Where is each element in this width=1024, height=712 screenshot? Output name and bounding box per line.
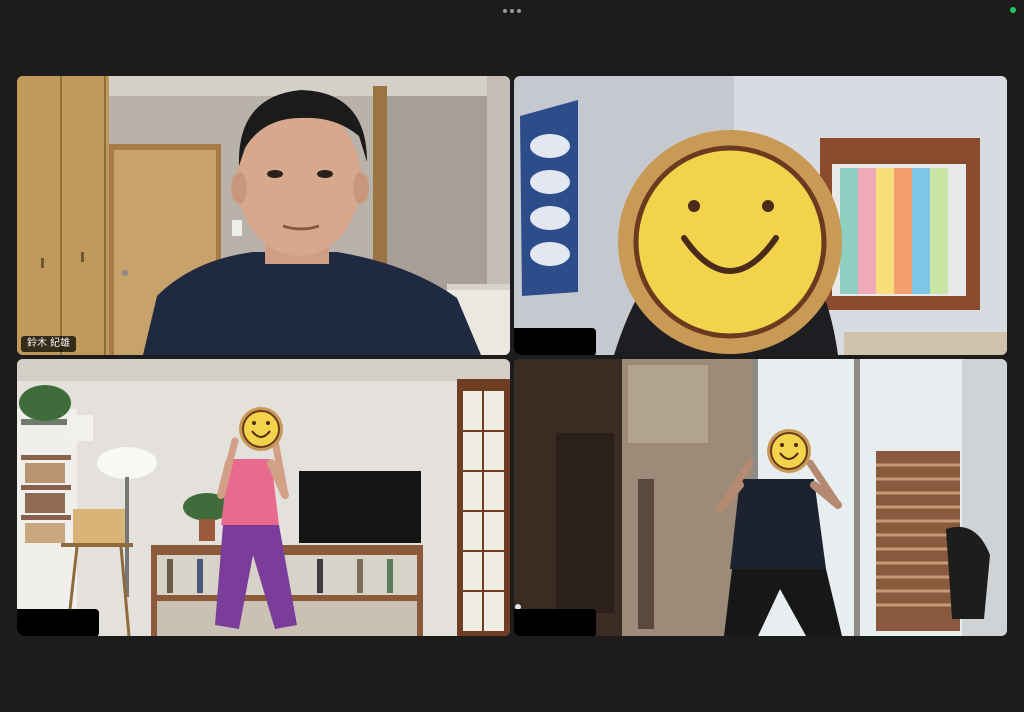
video-feed-2 xyxy=(514,76,1007,355)
participant-tile-2[interactable] xyxy=(514,76,1007,355)
participant-tile-3[interactable] xyxy=(17,359,510,636)
meeting-window: 鈴木 紀雄 xyxy=(0,0,1024,712)
connection-status-indicator xyxy=(1010,7,1016,13)
video-feed-3 xyxy=(17,359,510,636)
participant-tile-1[interactable]: 鈴木 紀雄 xyxy=(17,76,510,355)
video-feed-4 xyxy=(514,359,1007,636)
video-feed-1 xyxy=(17,76,510,355)
participant-name-label xyxy=(17,609,99,636)
participant-tile-4-active-speaker[interactable] xyxy=(514,359,1007,636)
participant-name-label xyxy=(514,328,596,355)
participant-name-label xyxy=(514,609,596,636)
participant-name-label: 鈴木 紀雄 xyxy=(21,336,77,352)
more-options-icon[interactable] xyxy=(498,4,526,18)
